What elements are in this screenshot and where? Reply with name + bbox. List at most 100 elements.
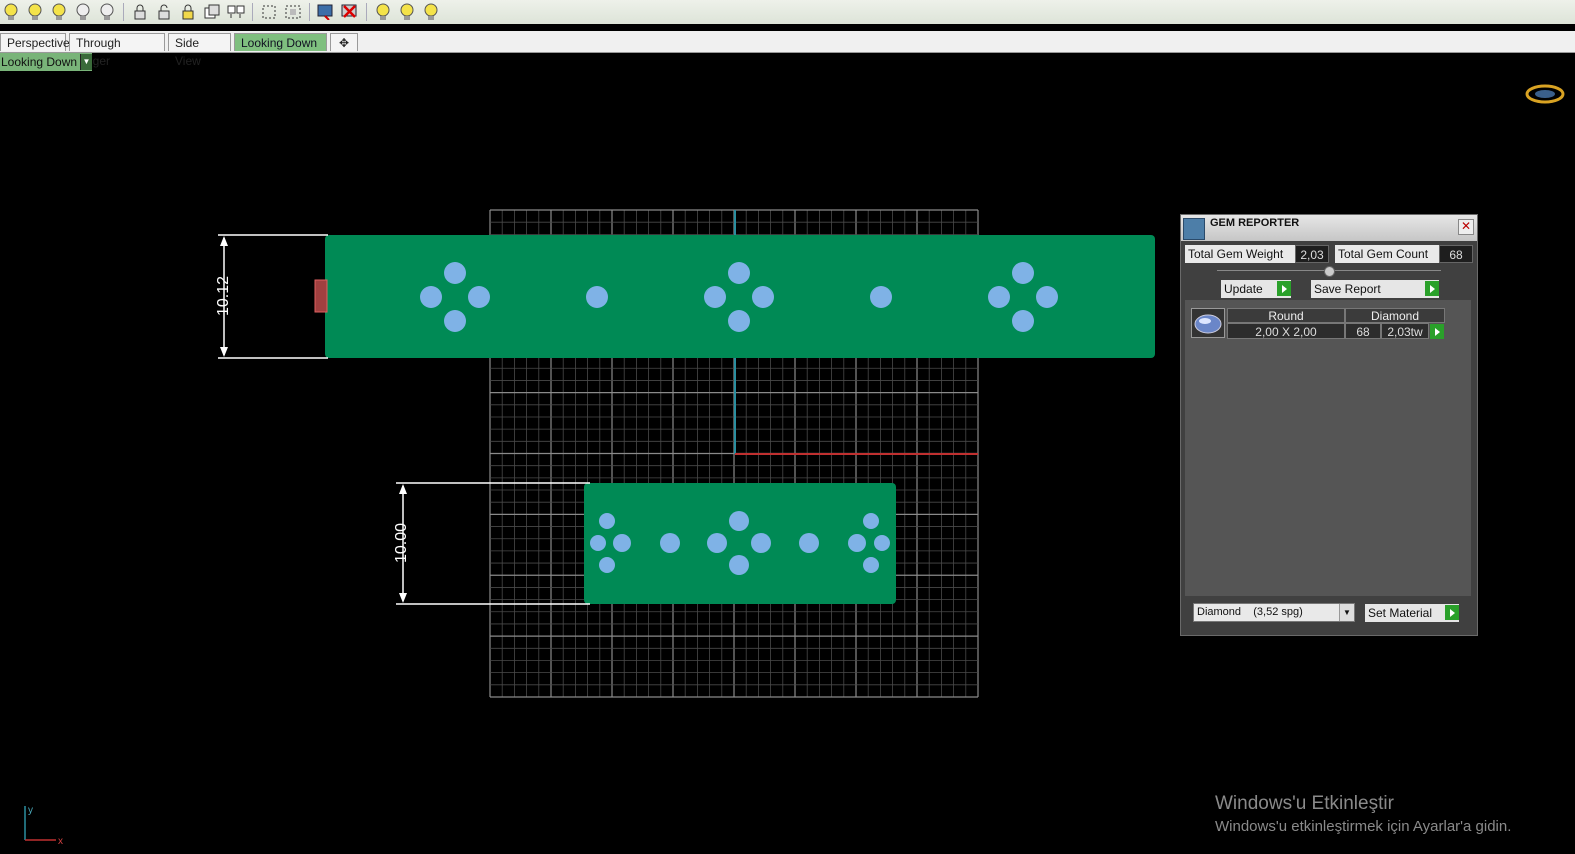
close-icon[interactable]: ✕ <box>1458 219 1474 235</box>
play-icon <box>1425 281 1439 296</box>
add-tab-button[interactable]: ✥ <box>330 33 358 51</box>
gem-stone <box>1012 310 1034 332</box>
gem-row-select-button[interactable] <box>1429 323 1444 339</box>
unlock-icon[interactable] <box>153 1 175 23</box>
gem-stone <box>728 310 750 332</box>
toolbar-separator <box>366 3 367 21</box>
ring-band-top <box>325 235 1155 358</box>
gem-stone <box>444 262 466 284</box>
gem-stone <box>729 511 749 531</box>
total-weight-label: Total Gem Weight <box>1185 245 1295 263</box>
gem-stone <box>863 557 879 573</box>
viewport-label[interactable]: Looking Down ▼ <box>0 53 92 71</box>
gem-stone <box>874 535 890 551</box>
lock-icon[interactable] <box>177 1 199 23</box>
gem-stone <box>590 535 606 551</box>
activation-watermark-title: Windows'u Etkinleştir <box>1215 793 1394 814</box>
seam-marker <box>314 279 328 313</box>
ring-view-icon[interactable] <box>1525 83 1565 108</box>
toolbar-separator <box>252 3 253 21</box>
dimension-bottom: 10.00 <box>393 482 590 605</box>
chevron-down-icon[interactable]: ▼ <box>80 54 92 70</box>
gem-size-cell: 2,00 X 2,00 <box>1227 323 1345 339</box>
bulb-icon[interactable] <box>96 1 118 23</box>
bulb-icon[interactable] <box>420 1 442 23</box>
bulb-icon[interactable] <box>396 1 418 23</box>
axis-y-label: y <box>28 805 33 816</box>
viewport-label-text: Looking Down <box>1 55 78 69</box>
gem-reporter-titlebar[interactable]: GEM REPORTER ✕ <box>1181 215 1477 241</box>
set-material-button-label: Set Material <box>1368 606 1433 620</box>
axis-indicator: y x <box>20 800 70 847</box>
tab-perspective[interactable]: Perspective <box>0 33 70 51</box>
gem-stone <box>444 310 466 332</box>
update-button[interactable]: Update <box>1221 280 1291 298</box>
axis-x-label: x <box>58 836 63 844</box>
gem-reporter-title: GEM REPORTER <box>1210 217 1300 229</box>
total-weight-value: 2,03 <box>1295 245 1329 263</box>
gem-weight-cell: 2,03tw <box>1381 323 1429 339</box>
bulb-icon[interactable] <box>24 1 46 23</box>
divider-grip-icon[interactable] <box>1324 266 1335 277</box>
gem-stone <box>599 557 615 573</box>
gem-stone <box>863 513 879 529</box>
layer-icon[interactable] <box>225 1 247 23</box>
tab-looking-down[interactable]: Looking Down <box>234 33 327 51</box>
column-header-cut: Round <box>1227 308 1345 323</box>
play-icon <box>1430 324 1444 339</box>
select-icon[interactable] <box>258 1 280 23</box>
set-material-button[interactable]: Set Material <box>1365 604 1459 622</box>
bulb-icon[interactable] <box>372 1 394 23</box>
toolbar-separator <box>309 3 310 21</box>
gem-count-cell: 68 <box>1345 323 1381 339</box>
toolbar <box>0 0 1575 24</box>
save-report-button-label: Save Report <box>1314 282 1381 296</box>
tab-through-finger[interactable]: Through Finger <box>69 33 165 68</box>
gem-stone <box>752 286 774 308</box>
gem-stone <box>599 513 615 529</box>
gem-stone <box>586 286 608 308</box>
dimension-top-label: 10.12 <box>215 276 232 316</box>
dimension-bottom-label: 10.00 <box>393 523 410 563</box>
material-select[interactable]: Diamond (3,52 spg) ▼ <box>1193 603 1355 622</box>
plus-icon: ✥ <box>338 36 350 50</box>
gem-reporter-icon <box>1183 218 1205 240</box>
gem-stone <box>707 533 727 553</box>
gem-stone <box>751 533 771 553</box>
gem-stone <box>870 286 892 308</box>
play-icon <box>1277 281 1291 296</box>
bulb-icon[interactable] <box>48 1 70 23</box>
gem-stone <box>799 533 819 553</box>
select-icon[interactable] <box>282 1 304 23</box>
gem-stone <box>613 534 631 552</box>
play-icon <box>1445 605 1459 620</box>
column-header-material: Diamond <box>1345 308 1445 323</box>
gem-reporter-panel: GEM REPORTER ✕ Total Gem Weight 2,03 Tot… <box>1180 214 1478 636</box>
bulb-icon[interactable] <box>0 1 22 23</box>
gem-list: Round Diamond 2,00 X 2,00 68 2,03tw <box>1185 300 1471 596</box>
chevron-down-icon[interactable]: ▼ <box>1339 604 1354 621</box>
activation-watermark-subtitle: Windows'u etkinleştirmek için Ayarlar'a … <box>1215 818 1512 835</box>
gem-stone <box>988 286 1010 308</box>
render-icon[interactable] <box>315 1 337 23</box>
gem-stone <box>468 286 490 308</box>
toolbar-separator <box>123 3 124 21</box>
gem-thumbnail-icon <box>1191 308 1225 338</box>
viewport-tabs: Perspective Through Finger Side View Loo… <box>0 31 1575 68</box>
gem-stone <box>848 534 866 552</box>
lock-icon[interactable] <box>129 1 151 23</box>
tab-side-view[interactable]: Side View <box>168 33 231 68</box>
gem-stone <box>729 555 749 575</box>
gem-stone <box>728 262 750 284</box>
gem-stone <box>704 286 726 308</box>
gem-stone <box>420 286 442 308</box>
gem-stone <box>660 533 680 553</box>
save-report-button[interactable]: Save Report <box>1311 280 1439 298</box>
total-count-label: Total Gem Count <box>1335 245 1439 263</box>
dimension-top: 10.12 <box>215 234 328 359</box>
gem-stone <box>1036 286 1058 308</box>
layer-icon[interactable] <box>201 1 223 23</box>
gem-stone <box>1012 262 1034 284</box>
close-icon[interactable] <box>339 1 361 23</box>
bulb-icon[interactable] <box>72 1 94 23</box>
